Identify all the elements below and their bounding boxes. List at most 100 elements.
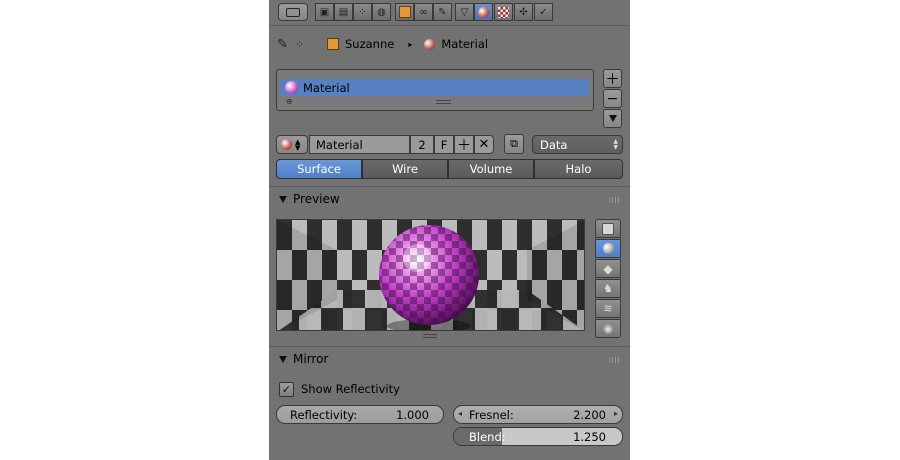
tab-physics[interactable]: ✓ [534, 3, 553, 21]
preview-resize-grip-2 [423, 337, 437, 338]
copy-material-button[interactable]: ⧉ [504, 134, 524, 154]
material-icon [281, 139, 292, 150]
render-layers-icon: ▤ [338, 6, 349, 18]
object-icon [398, 6, 411, 18]
users-count: 2 [418, 137, 426, 152]
material-preview [276, 219, 585, 331]
tab-label: Wire [392, 162, 418, 176]
plane-icon [602, 222, 614, 235]
pin-icon[interactable]: ✎ [277, 37, 295, 52]
list-item-label: Material [303, 80, 350, 95]
breadcrumb-material: Material [441, 37, 489, 51]
sphere-sky-icon: ◉ [603, 322, 613, 335]
resize-icon[interactable]: ⊕ [286, 97, 293, 106]
world-icon: ◍ [377, 6, 386, 18]
object-data-icon: ▽ [460, 6, 469, 18]
tab-material[interactable] [474, 3, 493, 21]
tab-constraints[interactable]: ∞ [414, 3, 433, 21]
fake-user-label: F [440, 137, 448, 152]
tab-wire[interactable]: Wire [362, 159, 448, 179]
breadcrumb-object: Suzanne [345, 37, 395, 51]
tab-label: Surface [297, 162, 341, 176]
mirror-panel-header[interactable]: Mirror [269, 347, 630, 371]
fresnel-field[interactable]: ◂ Fresnel: 2.200 ▸ [453, 405, 623, 424]
new-material-button[interactable]: ＋ [454, 135, 474, 154]
fresnel-value: 2.200 [573, 408, 606, 422]
sphere-icon [602, 243, 614, 254]
increment-arrow-icon: ▸ [613, 409, 618, 418]
preview-render [277, 220, 584, 330]
reflectivity-label: Reflectivity: [290, 408, 358, 422]
properties-panel: ▣ ▤ ⁘ ◍ ∞ ✎ ▽ ✣ ✓ ✎ ⁘ Suzanne ▸ Material… [269, 0, 630, 460]
render-icon: ▣ [319, 6, 330, 18]
tab-object-data[interactable]: ▽ [455, 3, 474, 21]
remove-slot-button[interactable]: − [603, 89, 622, 108]
preview-hair-button[interactable]: ≋ [595, 299, 621, 318]
checkbox-checked-icon: ✓ [279, 381, 294, 397]
blend-label: Blend: [469, 430, 506, 444]
tab-halo[interactable]: Halo [534, 159, 623, 179]
tab-render-layers[interactable]: ▤ [334, 3, 353, 21]
plus-icon: ＋ [605, 71, 620, 88]
drag-handle-icon[interactable] [609, 357, 621, 363]
tab-volume[interactable]: Volume [448, 159, 534, 179]
add-slot-button[interactable]: ＋ [603, 69, 622, 88]
minus-icon: − [606, 90, 619, 107]
browse-material-button[interactable]: ▲ ▼ [276, 135, 308, 154]
collapse-triangle-icon [279, 355, 287, 363]
list-item[interactable]: Material [280, 79, 589, 96]
hair-icon: ≋ [603, 302, 613, 315]
triangle-down-icon [608, 115, 617, 122]
tab-particles[interactable]: ✣ [514, 3, 533, 21]
preview-title: Preview [293, 192, 340, 206]
tab-object[interactable] [395, 3, 414, 21]
plus-icon: ＋ [457, 137, 471, 154]
particles-icon: ✣ [519, 6, 528, 18]
material-icon [424, 38, 436, 50]
preview-monkey-button[interactable]: ♞ [595, 279, 621, 298]
list-grip-2 [436, 103, 451, 104]
reflectivity-value: 1.000 [396, 408, 429, 422]
mirror-title: Mirror [293, 352, 329, 366]
scene-icon: ⁘ [295, 37, 305, 51]
link-value: Data [540, 137, 568, 152]
blend-field[interactable]: Blend: 1.250 [453, 427, 623, 446]
drag-handle-icon[interactable] [609, 197, 621, 203]
list-grip[interactable] [436, 100, 451, 101]
show-reflectivity-checkbox[interactable]: ✓ Show Reflectivity [279, 381, 479, 397]
tab-label: Volume [469, 162, 513, 176]
unlink-material-button[interactable]: ✕ [474, 135, 494, 154]
link-select[interactable]: Data ▲ ▼ [532, 135, 623, 154]
material-name: Material [316, 137, 363, 152]
preview-panel-header[interactable]: Preview [269, 187, 630, 211]
tab-render[interactable]: ▣ [315, 3, 334, 21]
preview-cube-button[interactable]: ◆ [595, 259, 621, 278]
object-icon [327, 38, 339, 50]
breadcrumb: ✎ ⁘ Suzanne ▸ Material [277, 34, 577, 54]
material-name-field[interactable]: Material [309, 135, 410, 154]
copy-icon: ⧉ [510, 137, 518, 150]
physics-icon: ✓ [539, 6, 548, 18]
fake-user-button[interactable]: F [434, 135, 454, 154]
preview-resize-grip[interactable] [423, 334, 437, 335]
users-count-button[interactable]: 2 [410, 135, 434, 154]
updown-icon: ▲ ▼ [613, 138, 618, 151]
tab-world[interactable]: ◍ [372, 3, 391, 21]
chevron-right-icon: ▸ [408, 39, 413, 49]
close-icon: ✕ [478, 137, 490, 152]
preview-sky-button[interactable]: ◉ [595, 319, 621, 338]
tab-surface[interactable]: Surface [276, 159, 362, 179]
reflectivity-field[interactable]: Reflectivity: 1.000 [276, 405, 444, 424]
updown-icon: ▲ ▼ [295, 137, 301, 152]
scene-icon: ⁘ [358, 6, 367, 18]
preview-plane-button[interactable] [595, 219, 621, 238]
preview-sphere-button[interactable] [595, 239, 621, 258]
monkey-icon: ♞ [603, 282, 613, 295]
tab-texture[interactable] [494, 3, 513, 21]
decrement-arrow-icon: ◂ [458, 409, 463, 418]
tab-scene[interactable]: ⁘ [353, 3, 372, 21]
slot-specials-button[interactable] [603, 109, 622, 128]
tab-modifiers[interactable]: ✎ [433, 3, 452, 21]
editor-type-button[interactable] [278, 3, 308, 21]
material-sphere-icon [285, 81, 298, 94]
